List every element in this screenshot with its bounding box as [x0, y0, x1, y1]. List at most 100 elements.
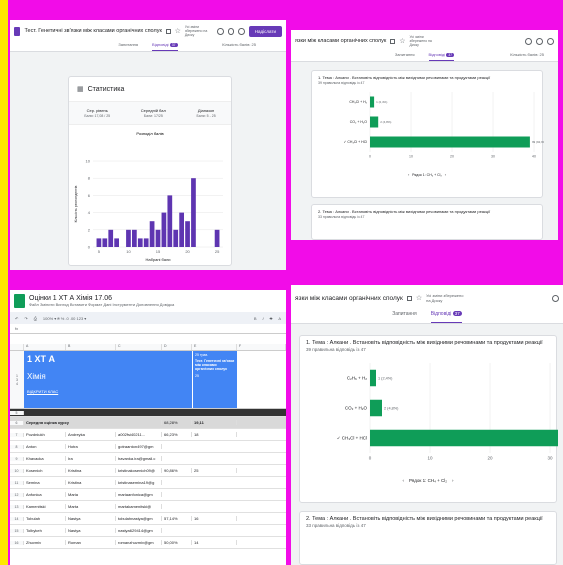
table-cell[interactable]: mariaanfonica@gm [116, 492, 162, 497]
table-cell[interactable]: 14 [10, 516, 24, 521]
table-cell[interactable]: kristinakosenich09@ [116, 468, 162, 473]
table-cell[interactable]: Pozdniukh [24, 432, 66, 437]
table-row[interactable]: 9 Khavacka Ira havanka.ira@gmail.c [10, 453, 286, 465]
table-cell[interactable]: 13 [10, 504, 24, 509]
text-color-icon[interactable]: A [278, 316, 281, 321]
forms-question-panel-small: язки між класами органічних сполук ☆ Усі… [291, 30, 558, 240]
star-icon[interactable]: ☆ [175, 27, 181, 35]
tab-questions[interactable]: Запитання [392, 311, 417, 323]
italic-icon[interactable]: I [263, 316, 264, 321]
table-cell[interactable]: Anfonica [24, 492, 66, 497]
formula-bar[interactable]: fx [10, 324, 286, 334]
table-row[interactable]: 11 Semina Kristina kristinasemina19@g [10, 477, 286, 489]
table-cell[interactable]: Kristina [66, 468, 116, 473]
table-cell[interactable]: a002fsi40211... [116, 432, 162, 437]
preview-icon[interactable] [227, 27, 235, 35]
table-cell[interactable]: Kristina [66, 480, 116, 485]
palette-icon[interactable] [552, 294, 559, 302]
table-cell[interactable]: Khavacka [24, 456, 66, 461]
class-header-cell[interactable]: 1 ХТ А Хімія ВІДКРИТИ КЛАС [24, 351, 192, 408]
table-cell[interactable]: Ira [66, 456, 116, 461]
table-cell[interactable]: Hotra [66, 444, 116, 449]
folder-icon[interactable] [406, 295, 412, 301]
table-cell[interactable]: Nastya [66, 528, 116, 533]
table-cell[interactable]: 66,23% [162, 432, 192, 437]
table-cell[interactable]: 11 [10, 480, 24, 485]
spreadsheet-title[interactable]: Оцінки 1 ХТ А Хімія 17.06 [29, 295, 174, 302]
table-cell[interactable]: tobulahnastya@gm [116, 516, 162, 521]
palette-icon[interactable] [216, 27, 224, 35]
histogram-bar [149, 221, 155, 247]
table-row[interactable]: 10 Kosenich Kristina kristinakosenich09@ 90,… [10, 465, 286, 477]
table-cell[interactable]: havanka.ira@gmail.c [116, 456, 162, 461]
tab-responses[interactable]: Відповіді 37 [152, 42, 178, 51]
table-cell[interactable]: 57,14% [162, 516, 192, 521]
bold-icon[interactable]: B [254, 316, 257, 321]
table-cell[interactable]: Marta [66, 504, 116, 509]
tab-responses[interactable]: Відповіді 37 [430, 311, 462, 323]
table-row[interactable]: 15 Tolbykeh Nastya nastya629414@gm [10, 525, 286, 537]
table-row[interactable]: 7 Pozdniukh Andreyka a002fsi40211... 66,23% 1… [10, 429, 286, 441]
folder-icon[interactable] [390, 38, 396, 44]
test-header-cell[interactable]: 25 трав. Тест. Генетичні зв'язки між кла… [192, 351, 237, 408]
table-cell[interactable]: 12 [10, 492, 24, 497]
redo-icon[interactable]: ↷ [24, 316, 27, 321]
table-cell[interactable]: 25 [192, 468, 237, 473]
tab-questions[interactable]: Запитання [395, 52, 415, 61]
table-cell[interactable]: Semina [24, 480, 66, 485]
histogram-bar [179, 212, 184, 247]
menu-bar[interactable]: Файл Змінити Вигляд Вставити Формат Дані… [29, 302, 174, 307]
table-cell[interactable]: Tobulah [24, 516, 66, 521]
table-cell[interactable]: 90,86% [162, 468, 192, 473]
table-cell[interactable]: 15 [10, 528, 24, 533]
star-icon[interactable]: ☆ [399, 37, 405, 45]
table-cell[interactable]: 9 [10, 456, 24, 461]
table-cell[interactable]: Tolbykeh [24, 528, 66, 533]
settings-icon[interactable] [547, 37, 554, 45]
open-class-link[interactable]: ВІДКРИТИ КЛАС [27, 389, 189, 394]
table-row[interactable]: 14 Tobulah Nastya tobulahnastya@gm 57,14% 16 [10, 513, 286, 525]
table-cell[interactable]: 16 [10, 540, 24, 545]
question-1-pager[interactable]: ‹ Рядок 1: CH₄ + Cl₂ › [300, 478, 556, 483]
data-label: 2 (4,8%) [384, 407, 399, 411]
table-cell[interactable]: Maria [66, 492, 116, 497]
table-row[interactable]: 13 Kamenitski Marta martakamenitski@ [10, 501, 286, 513]
table-row[interactable]: 12 Anfonica Maria mariaanfonica@gm [10, 489, 286, 501]
strike-icon[interactable]: S [270, 316, 273, 321]
table-cell[interactable]: gotraanton497@gm [116, 444, 162, 449]
table-row[interactable]: 16 Zhuvmiv Roman romanzhuvmiv@gm 50,00% 14 [10, 537, 286, 549]
table-cell[interactable]: Nastya [66, 516, 116, 521]
table-cell[interactable]: martakamenitski@ [116, 504, 162, 509]
folder-icon[interactable] [165, 28, 171, 34]
preview-icon[interactable] [536, 37, 543, 45]
table-cell[interactable]: kristinasemina19@g [116, 480, 162, 485]
table-cell[interactable]: nastya629414@gm [116, 528, 162, 533]
tab-questions[interactable]: Запитання [118, 42, 138, 51]
table-cell[interactable]: Kamenitski [24, 504, 66, 509]
table-cell[interactable]: 10 [10, 468, 24, 473]
table-cell[interactable]: 18 [192, 432, 237, 437]
settings-icon[interactable] [238, 27, 245, 35]
table-cell[interactable]: 14 [192, 540, 237, 545]
table-cell[interactable]: 50,00% [162, 540, 192, 545]
undo-icon[interactable]: ↶ [15, 316, 18, 321]
print-icon[interactable]: ⎙ [34, 316, 37, 321]
palette-icon[interactable] [525, 37, 532, 45]
toolbar-format[interactable]: 100% ▾ ₴ % .0 .00 123 ▾ [43, 316, 86, 321]
tab-responses[interactable]: Відповіді 37 [428, 52, 455, 61]
table-row[interactable]: 8 Anton Hotra gotraanton497@gm [10, 441, 286, 453]
table-cell[interactable]: 16 [192, 516, 237, 521]
x-tick-label: 30 [547, 456, 553, 461]
table-cell[interactable]: Anton [24, 444, 66, 449]
table-cell[interactable]: 8 [10, 444, 24, 449]
table-cell[interactable]: Andreyka [66, 432, 116, 437]
table-cell[interactable]: Roman [66, 540, 116, 545]
question-1-pager[interactable]: ‹ Рядок 1: CH₄ + Cl₂ › [312, 173, 542, 177]
send-button[interactable]: Надіслати [248, 25, 282, 37]
table-cell[interactable]: Kosenich [24, 468, 66, 473]
stats-card: ▦ Статистика Сер. рівень Бали: 17,08 / 25 … [68, 76, 232, 266]
table-cell[interactable]: romanzhuvmiv@gm [116, 540, 162, 545]
table-cell[interactable]: 7 [10, 432, 24, 437]
star-icon[interactable]: ☆ [416, 294, 422, 302]
table-cell[interactable]: Zhuvmiv [24, 540, 66, 545]
